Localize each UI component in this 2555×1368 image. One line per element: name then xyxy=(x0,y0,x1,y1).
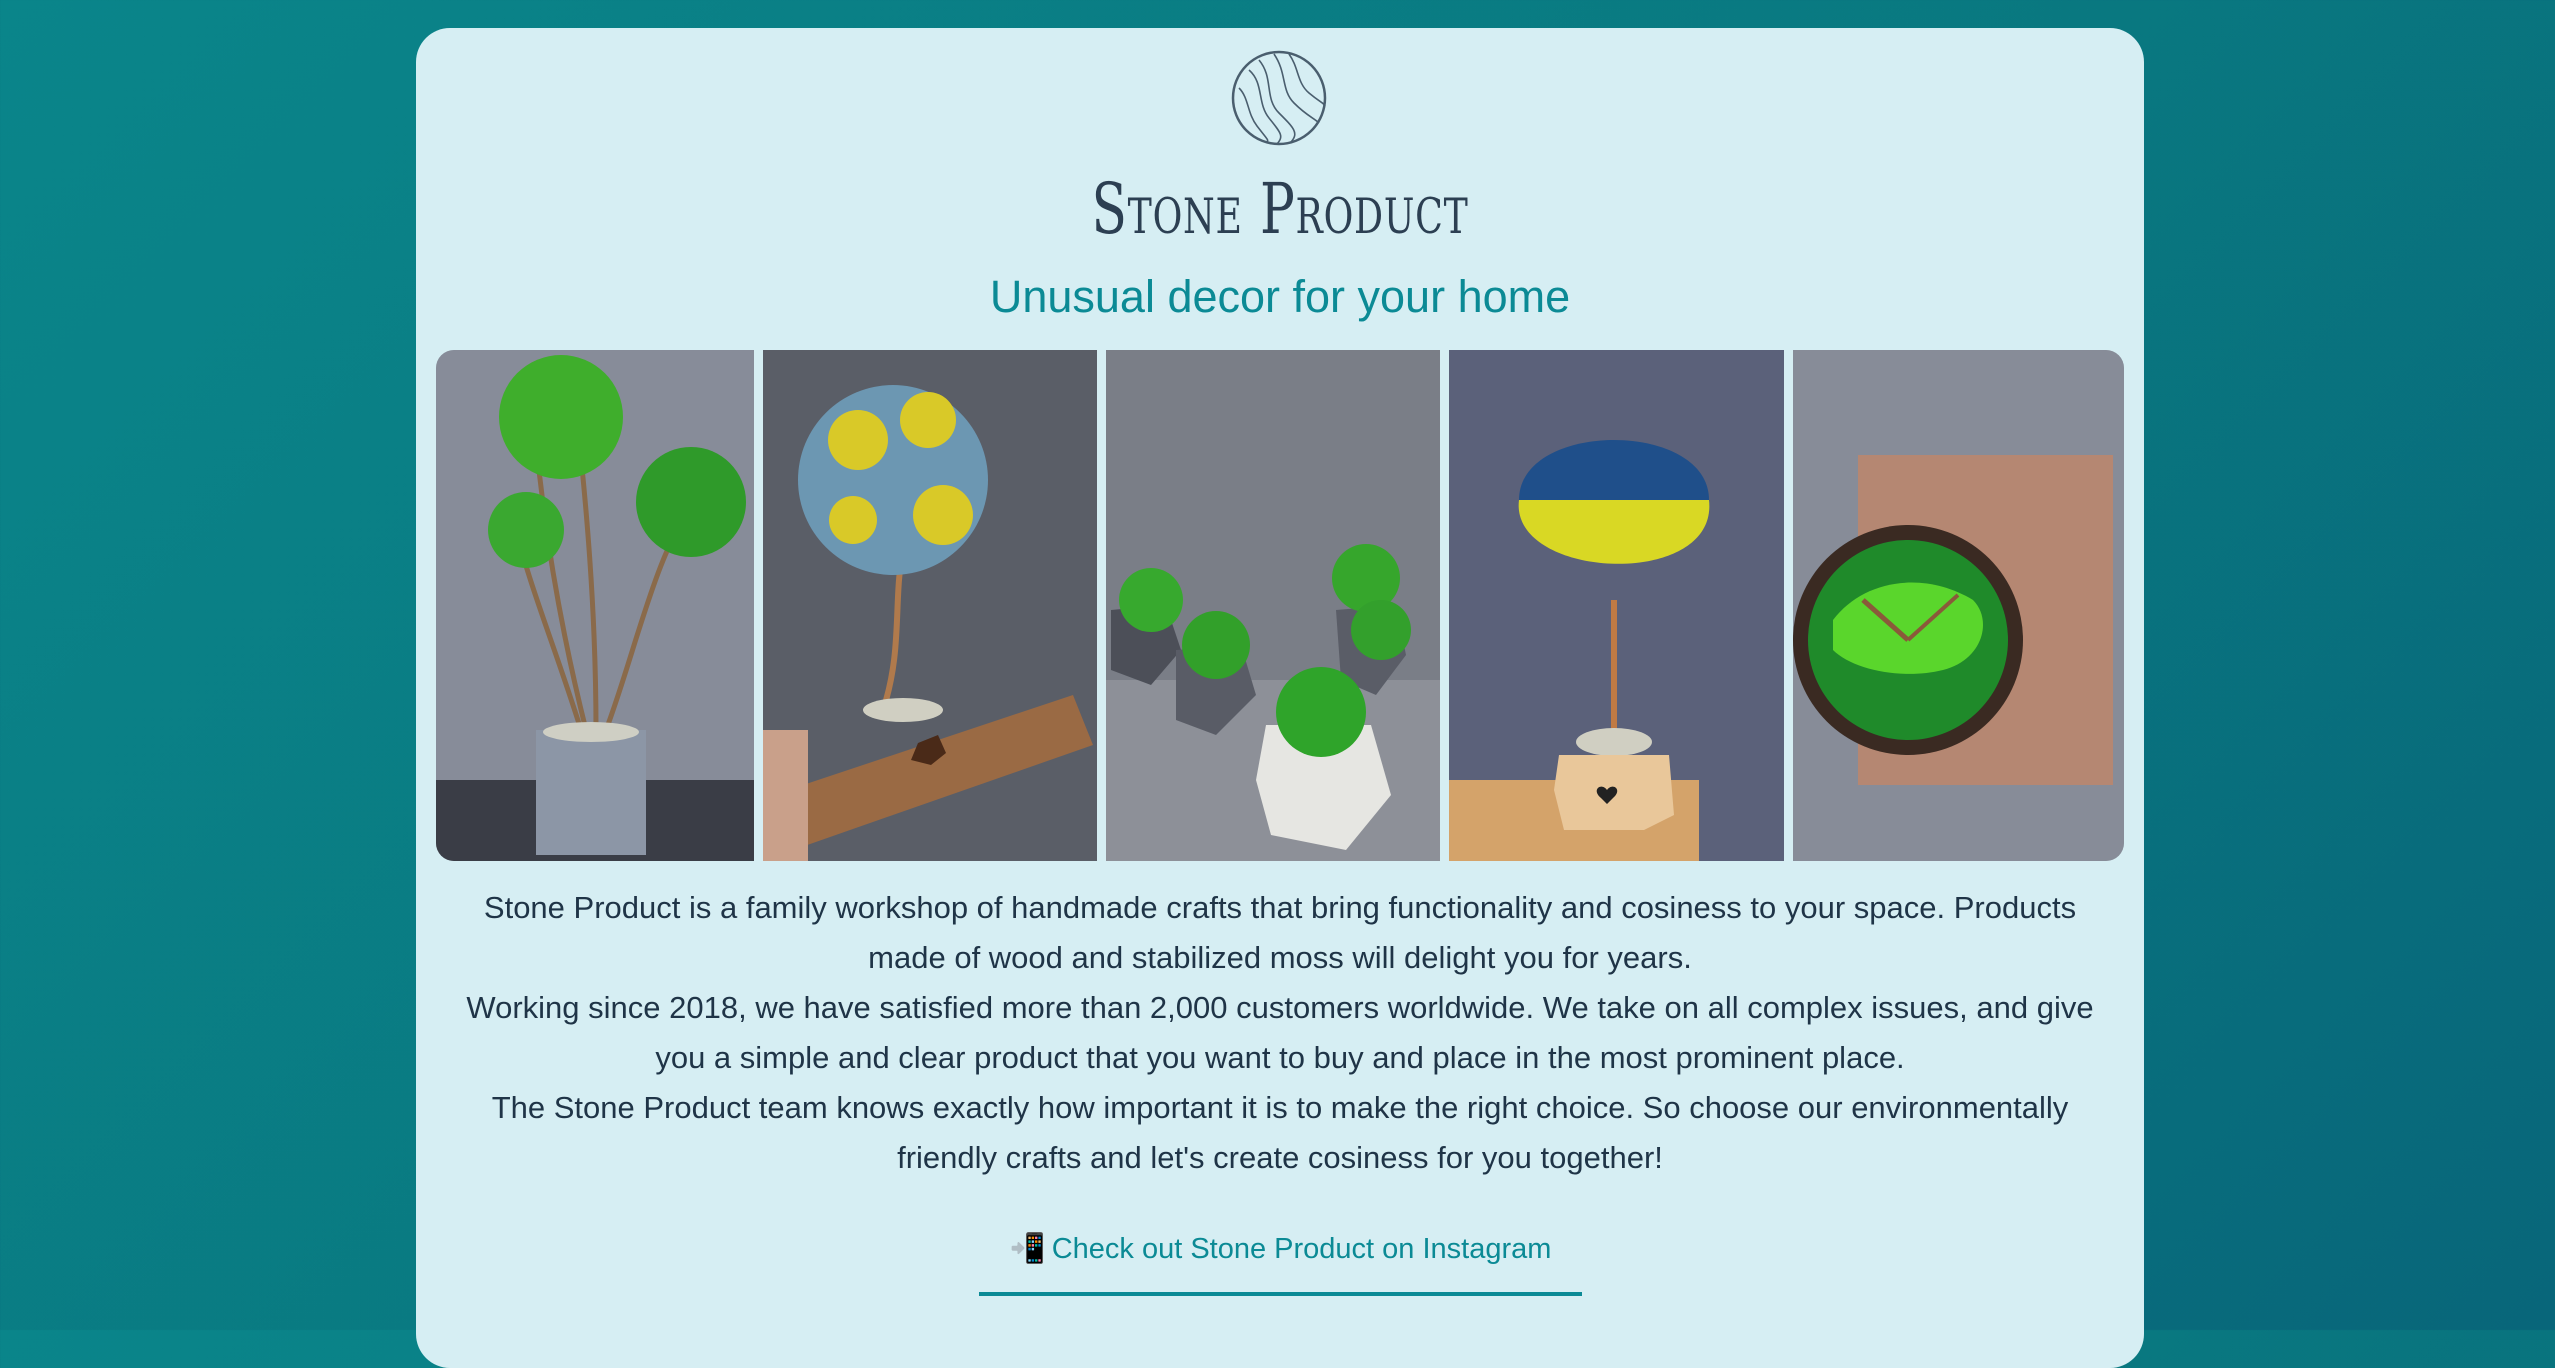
tagline: Unusual decor for your home xyxy=(989,271,1571,322)
instagram-link-label: Check out Stone Product on Instagram xyxy=(1051,1233,1552,1265)
stone-slice-logo-icon xyxy=(1229,48,1329,148)
photo-moss-tree-ukraine xyxy=(1449,350,1784,861)
instagram-link[interactable]: 📲 Check out Stone Product on Instagram xyxy=(979,1232,1582,1296)
photo-moss-tree-blue-yellow xyxy=(763,350,1097,861)
photo-moss-geometric-pots xyxy=(1106,350,1440,861)
product-gallery xyxy=(436,350,2124,861)
description: Stone Product is a family workshop of ha… xyxy=(456,883,2104,1183)
description-paragraph-1: Stone Product is a family workshop of ha… xyxy=(483,890,2077,975)
mobile-phone-arrow-icon: 📲 xyxy=(1009,1233,1046,1265)
description-paragraph-3: The Stone Product team knows exactly how… xyxy=(491,1090,2069,1175)
main-card: Stone Product Unusual decor for your hom… xyxy=(416,28,2144,1368)
brand-title: Stone Product xyxy=(1091,168,1469,250)
photo-moss-topiary xyxy=(436,350,754,861)
description-paragraph-2: Working since 2018, we have satisfied mo… xyxy=(466,990,2094,1075)
photo-moss-wall-clock xyxy=(1793,350,2124,861)
